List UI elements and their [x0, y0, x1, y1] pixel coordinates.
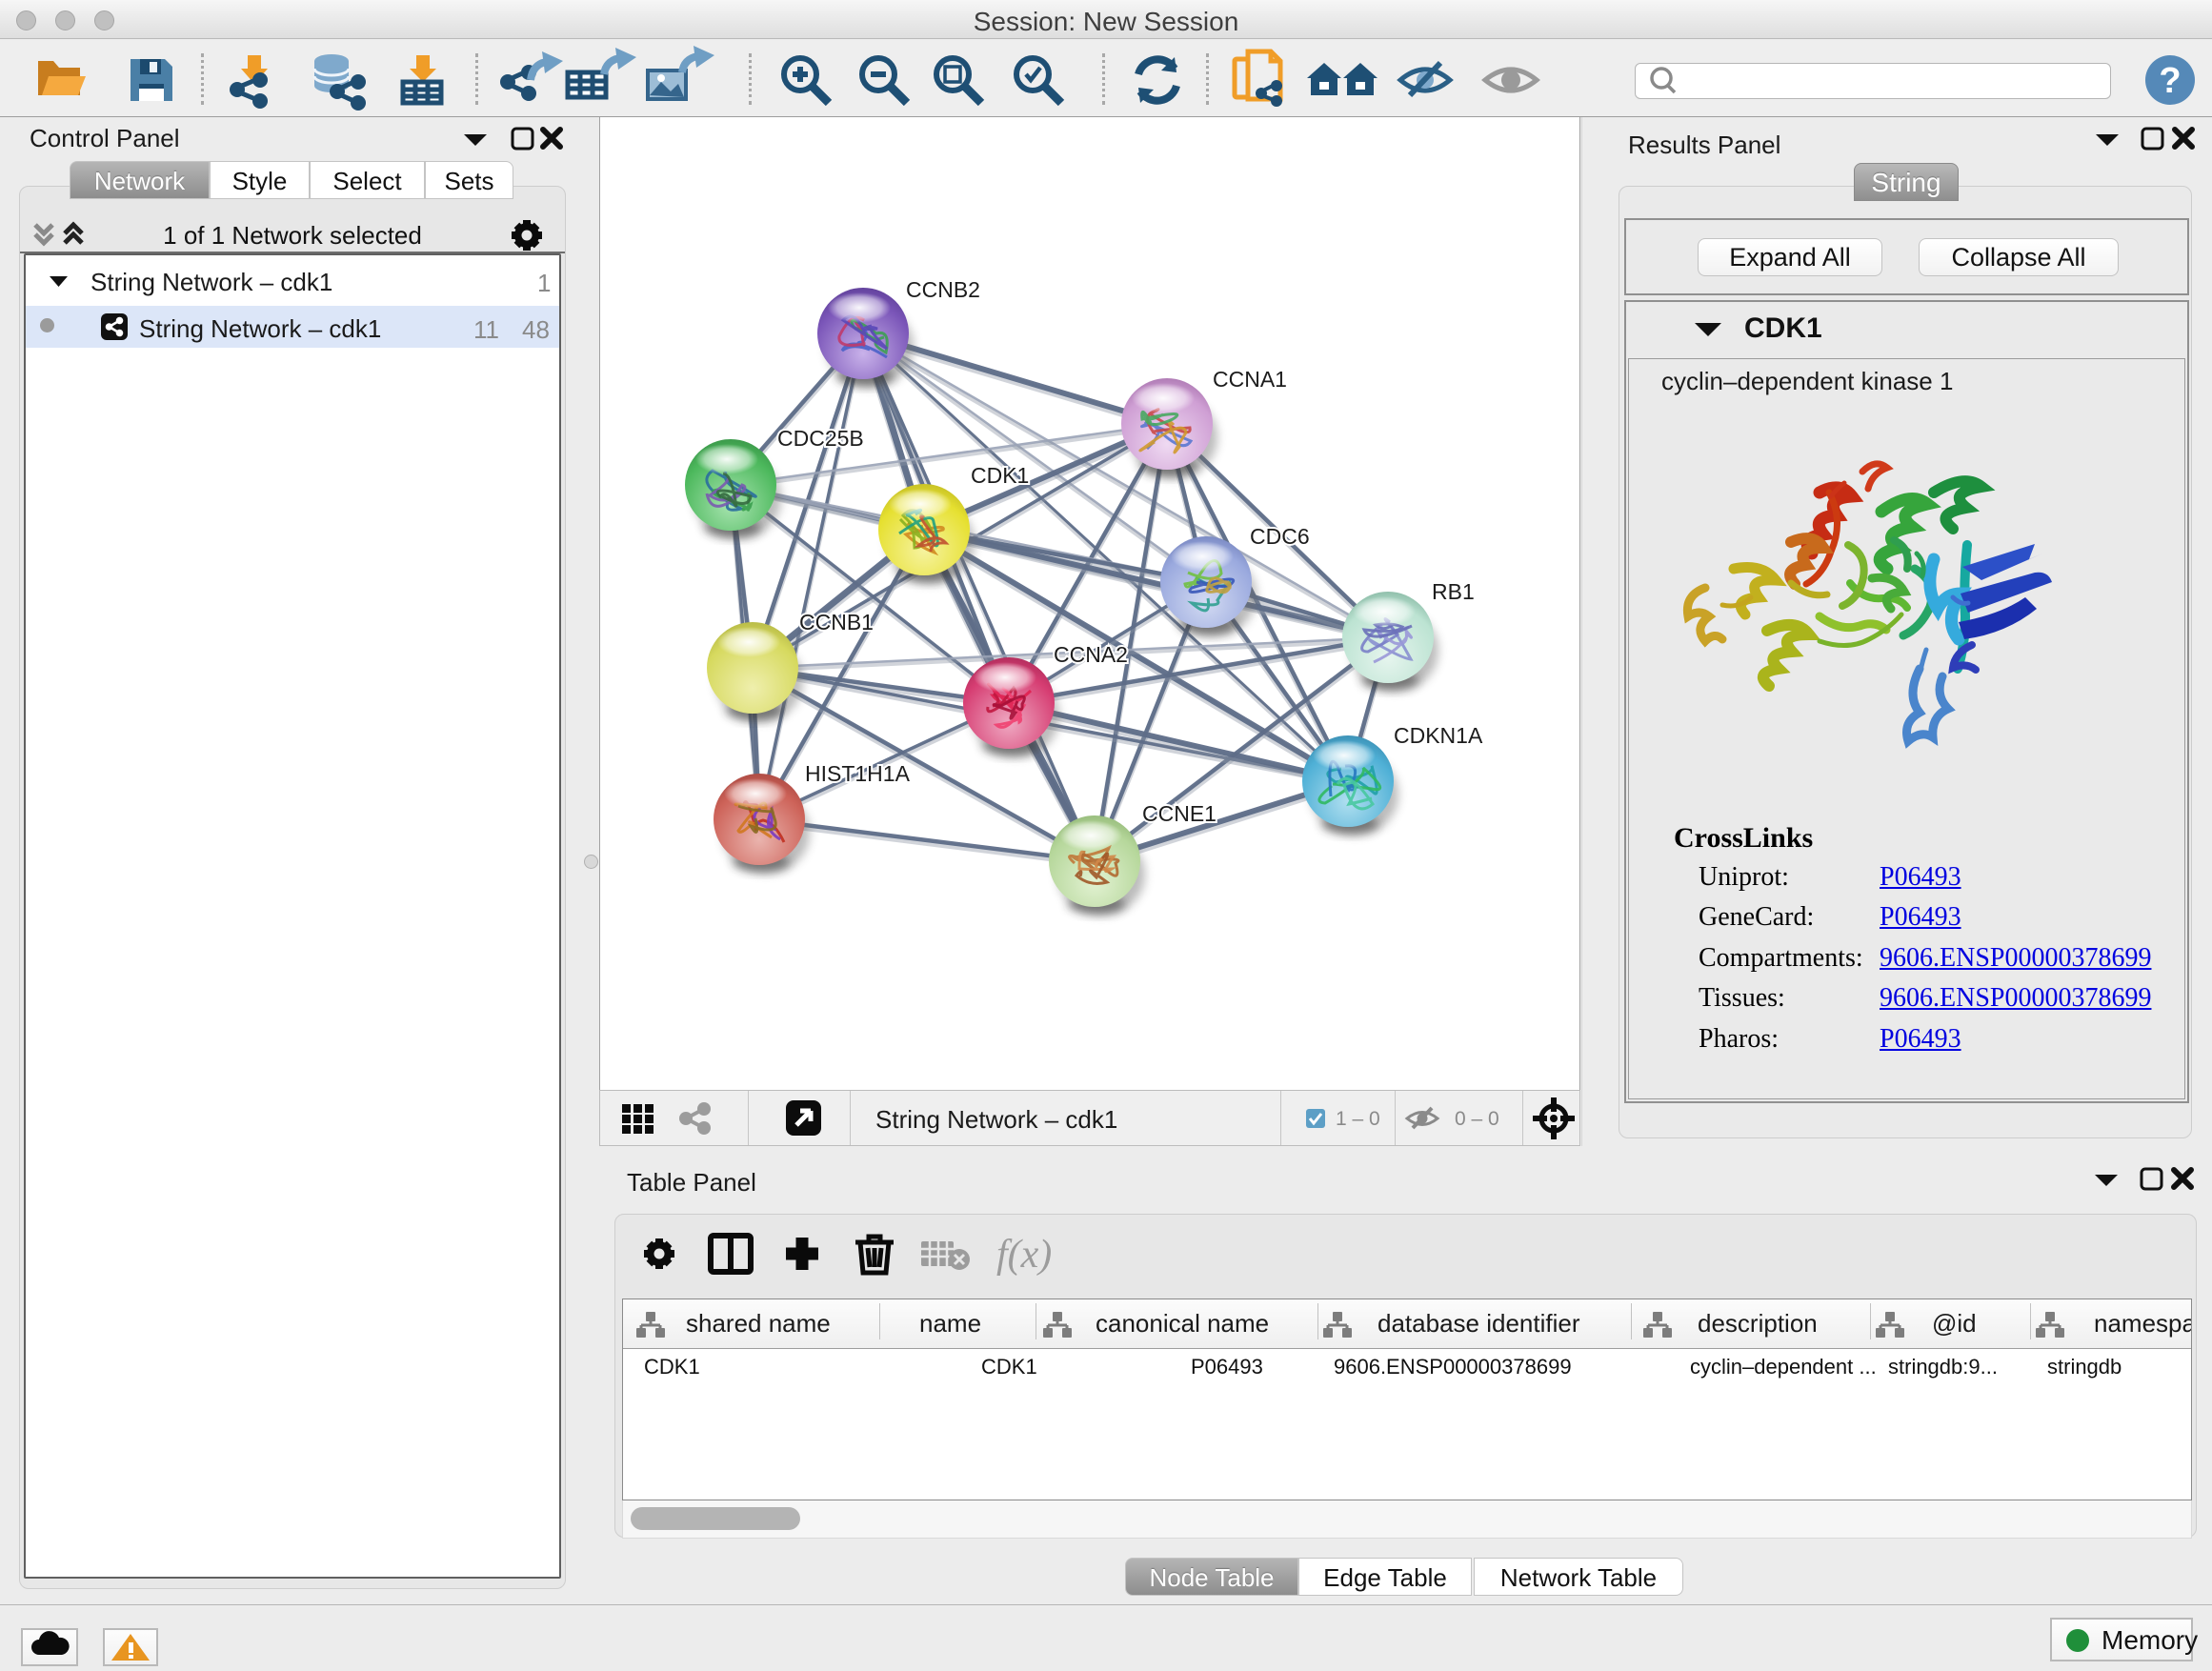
svg-text:CDKN1A: CDKN1A: [1394, 723, 1483, 748]
svg-text:?: ?: [2159, 61, 2181, 101]
svg-text:f(x): f(x): [996, 1233, 1052, 1277]
svg-text:CDC25B: CDC25B: [777, 426, 864, 451]
svg-text:CCNB2: CCNB2: [906, 277, 980, 302]
svg-text:CCNE1: CCNE1: [1142, 801, 1217, 826]
svg-text:CDC6: CDC6: [1250, 524, 1310, 549]
svg-text:CCNA2: CCNA2: [1054, 642, 1128, 667]
svg-text:HIST1H1A: HIST1H1A: [805, 761, 911, 786]
svg-text:CCNA1: CCNA1: [1213, 367, 1287, 392]
svg-text:RB1: RB1: [1432, 579, 1475, 604]
svg-text:CCNB1: CCNB1: [799, 610, 874, 634]
svg-text:CDK1: CDK1: [971, 463, 1029, 488]
